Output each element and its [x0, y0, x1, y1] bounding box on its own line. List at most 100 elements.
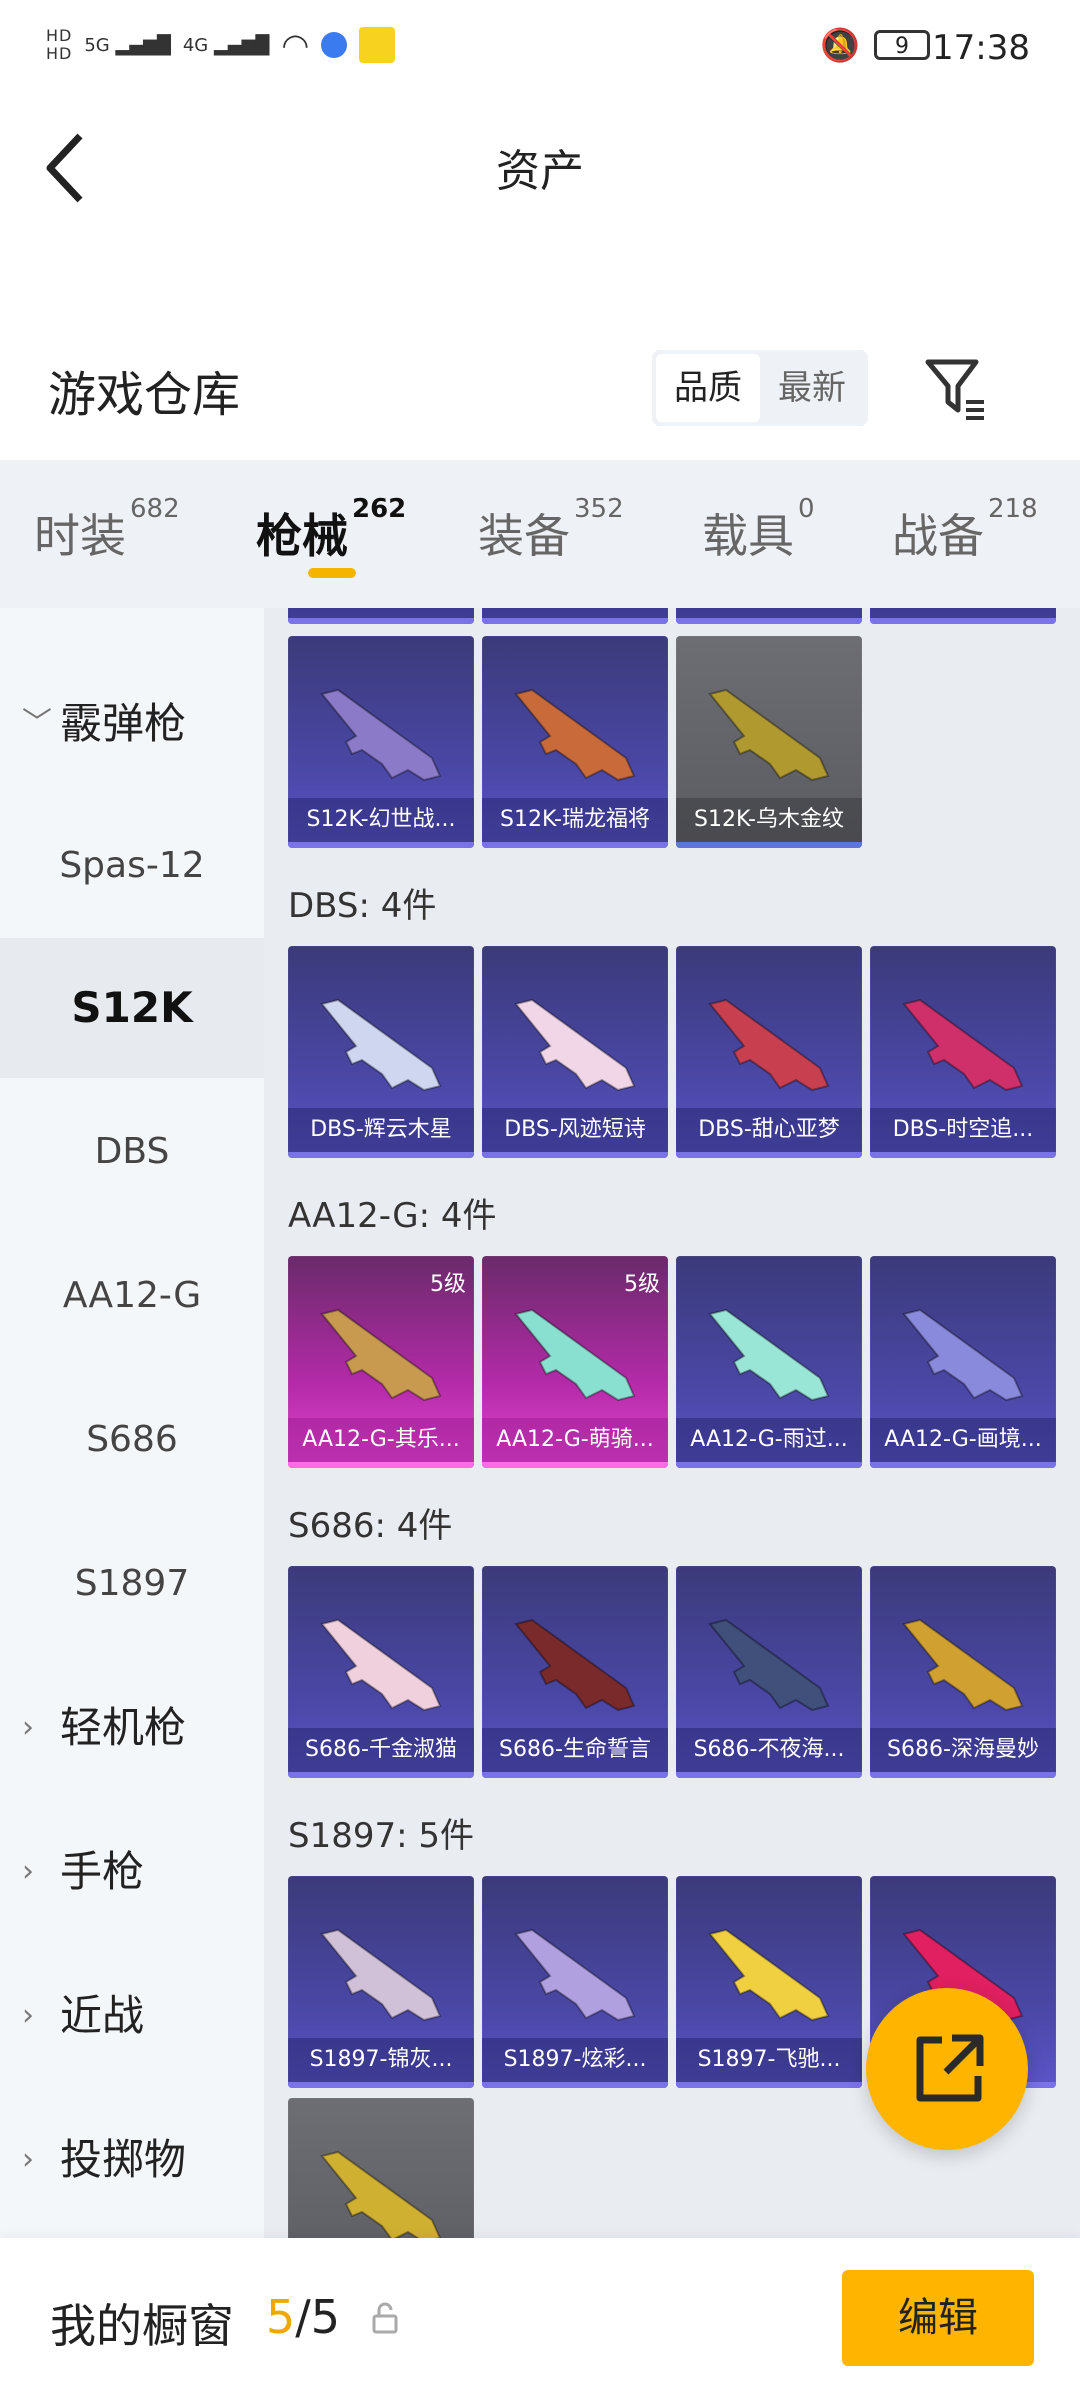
share-fab[interactable]: [866, 1988, 1028, 2150]
gun-icon: [514, 1308, 636, 1402]
item-card[interactable]: S686-生命誓言: [482, 1566, 668, 1778]
card-bar: [288, 842, 474, 848]
item-card[interactable]: S686-千金淑猫: [288, 1566, 474, 1778]
lock-icon: [370, 2298, 400, 2338]
gun-icon: [514, 998, 636, 1092]
item-card[interactable]: 5级 AA12-G-萌骑...: [482, 1256, 668, 1468]
item-card[interactable]: S12K-幻世战...: [288, 636, 474, 848]
item-card[interactable]: DBS-甜心亚梦: [676, 946, 862, 1158]
tab-count: 262: [352, 494, 407, 524]
card-bar: [482, 1462, 668, 1468]
sidebar-item-melee[interactable]: › 近战: [0, 1946, 264, 2086]
sidebar-item-lmg[interactable]: › 轻机枪: [0, 1658, 264, 1798]
sidebar-item-label: 轻机枪: [60, 1703, 187, 1752]
card-bar: [288, 1772, 474, 1778]
tab-label: 载具: [702, 509, 794, 563]
gun-icon: [902, 998, 1024, 1092]
item-name: S686-深海曼妙: [870, 1728, 1056, 1772]
showcase-current: 5: [266, 2290, 296, 2344]
battery-level: 9: [895, 34, 909, 59]
item-card[interactable]: S12K-瑞龙福将: [482, 636, 668, 848]
tab-label: 枪械: [256, 509, 348, 563]
item-card[interactable]: S1897-锦灰...: [288, 1876, 474, 2088]
sidebar-item-label: Spas-12: [59, 845, 205, 886]
item-name: S12K-乌木金纹: [676, 798, 862, 842]
page-title: 资产: [496, 146, 584, 197]
sidebar-item-s1897[interactable]: S1897: [0, 1514, 264, 1654]
item-card-partial[interactable]: [482, 608, 668, 624]
category-tabs: 时装 682 枪械 262 装备 352 载具 0 战备 218: [0, 460, 1080, 608]
sidebar-item-s12k[interactable]: S12K: [0, 938, 264, 1078]
gun-icon: [320, 1928, 442, 2022]
tab-label: 时装: [34, 509, 126, 563]
sidebar-item-aa12g[interactable]: AA12-G: [0, 1226, 264, 1366]
filter-button[interactable]: [920, 352, 990, 422]
item-card[interactable]: S12K-乌木金纹: [676, 636, 862, 848]
sidebar-item-label: S686: [86, 1419, 178, 1460]
edit-button[interactable]: 编辑: [842, 2270, 1034, 2366]
item-card[interactable]: S1897-飞驰...: [676, 1876, 862, 2088]
app-badge-icon: [359, 27, 396, 63]
item-card[interactable]: [288, 2098, 474, 2238]
status-bar: HD HD 5G ▂▄▆█ 4G ▂▄▆█ ◠ 🔕 9 17:38: [0, 0, 1080, 100]
gun-icon: [514, 688, 636, 782]
card-bar: [870, 1152, 1056, 1158]
bell-off-icon: 🔕: [820, 26, 860, 64]
sidebar-item-throwable[interactable]: › 投掷物: [0, 2090, 264, 2230]
gun-icon: [708, 1308, 830, 1402]
card-bar: [870, 1462, 1056, 1468]
sidebar-item-pistol[interactable]: › 手枪: [0, 1802, 264, 1942]
gun-icon: [708, 1618, 830, 1712]
tab-firearms[interactable]: 枪械 262: [256, 494, 406, 566]
weapon-type-sidebar: ﹀ 霰弹枪 Spas-12 S12K DBS AA12-G S686 S1897 …: [0, 608, 264, 2238]
gun-icon: [320, 1308, 442, 1402]
item-card-partial[interactable]: [870, 608, 1056, 624]
item-name: S1897-锦灰...: [288, 2038, 474, 2082]
item-card[interactable]: DBS-辉云木星: [288, 946, 474, 1158]
card-bar: [870, 618, 1056, 624]
tab-vehicles[interactable]: 载具 0: [702, 494, 815, 566]
item-card[interactable]: AA12-G-画境...: [870, 1256, 1056, 1468]
sidebar-item-label: 霰弹枪: [60, 699, 187, 748]
item-name: S686-生命誓言: [482, 1728, 668, 1772]
chevron-right-icon: ›: [22, 1710, 34, 1745]
item-name: AA12-G-画境...: [870, 1418, 1056, 1462]
card-bar: [676, 842, 862, 848]
sort-newest-option[interactable]: 最新: [760, 354, 864, 422]
item-name: DBS-辉云木星: [288, 1108, 474, 1152]
item-name: AA12-G-萌骑...: [482, 1418, 668, 1462]
tab-fashion[interactable]: 时装 682: [34, 494, 180, 566]
group-header-s1897: S1897: 5件: [288, 1816, 475, 1856]
sidebar-item-shotgun[interactable]: ﹀ 霰弹枪: [0, 654, 264, 794]
net-label-1: 5G: [84, 34, 110, 56]
item-card[interactable]: DBS-时空追...: [870, 946, 1056, 1158]
sidebar-item-dbs[interactable]: DBS: [0, 1082, 264, 1222]
item-card[interactable]: S686-深海曼妙: [870, 1566, 1056, 1778]
item-name: S12K-幻世战...: [288, 798, 474, 842]
gun-icon: [708, 688, 830, 782]
tab-tactical[interactable]: 战备 218: [892, 494, 1038, 566]
gun-icon: [320, 688, 442, 782]
item-card-partial[interactable]: [288, 608, 474, 624]
hd-label-1: HD: [46, 26, 73, 45]
card-bar: [288, 1152, 474, 1158]
gun-icon: [902, 1308, 1024, 1402]
sidebar-item-spas12[interactable]: Spas-12: [0, 796, 264, 936]
item-card[interactable]: S1897-炫彩...: [482, 1876, 668, 2088]
group-header-s686: S686: 4件: [288, 1506, 453, 1546]
card-bar: [676, 1462, 862, 1468]
sort-quality-option[interactable]: 品质: [656, 354, 760, 422]
item-card[interactable]: S686-不夜海...: [676, 1566, 862, 1778]
item-card[interactable]: 5级 AA12-G-其乐...: [288, 1256, 474, 1468]
status-left: HD HD 5G ▂▄▆█ 4G ▂▄▆█ ◠: [46, 26, 396, 64]
tab-equipment[interactable]: 装备 352: [478, 494, 624, 566]
item-card[interactable]: DBS-风迹短诗: [482, 946, 668, 1158]
item-name: S686-不夜海...: [676, 1728, 862, 1772]
item-card[interactable]: AA12-G-雨过...: [676, 1256, 862, 1468]
item-name: DBS-时空追...: [870, 1108, 1056, 1152]
sidebar-item-s686[interactable]: S686: [0, 1370, 264, 1510]
item-name: S686-千金淑猫: [288, 1728, 474, 1772]
item-card-partial[interactable]: [676, 608, 862, 624]
sort-toggle: 品质 最新: [652, 350, 868, 426]
tab-count: 352: [574, 494, 624, 524]
